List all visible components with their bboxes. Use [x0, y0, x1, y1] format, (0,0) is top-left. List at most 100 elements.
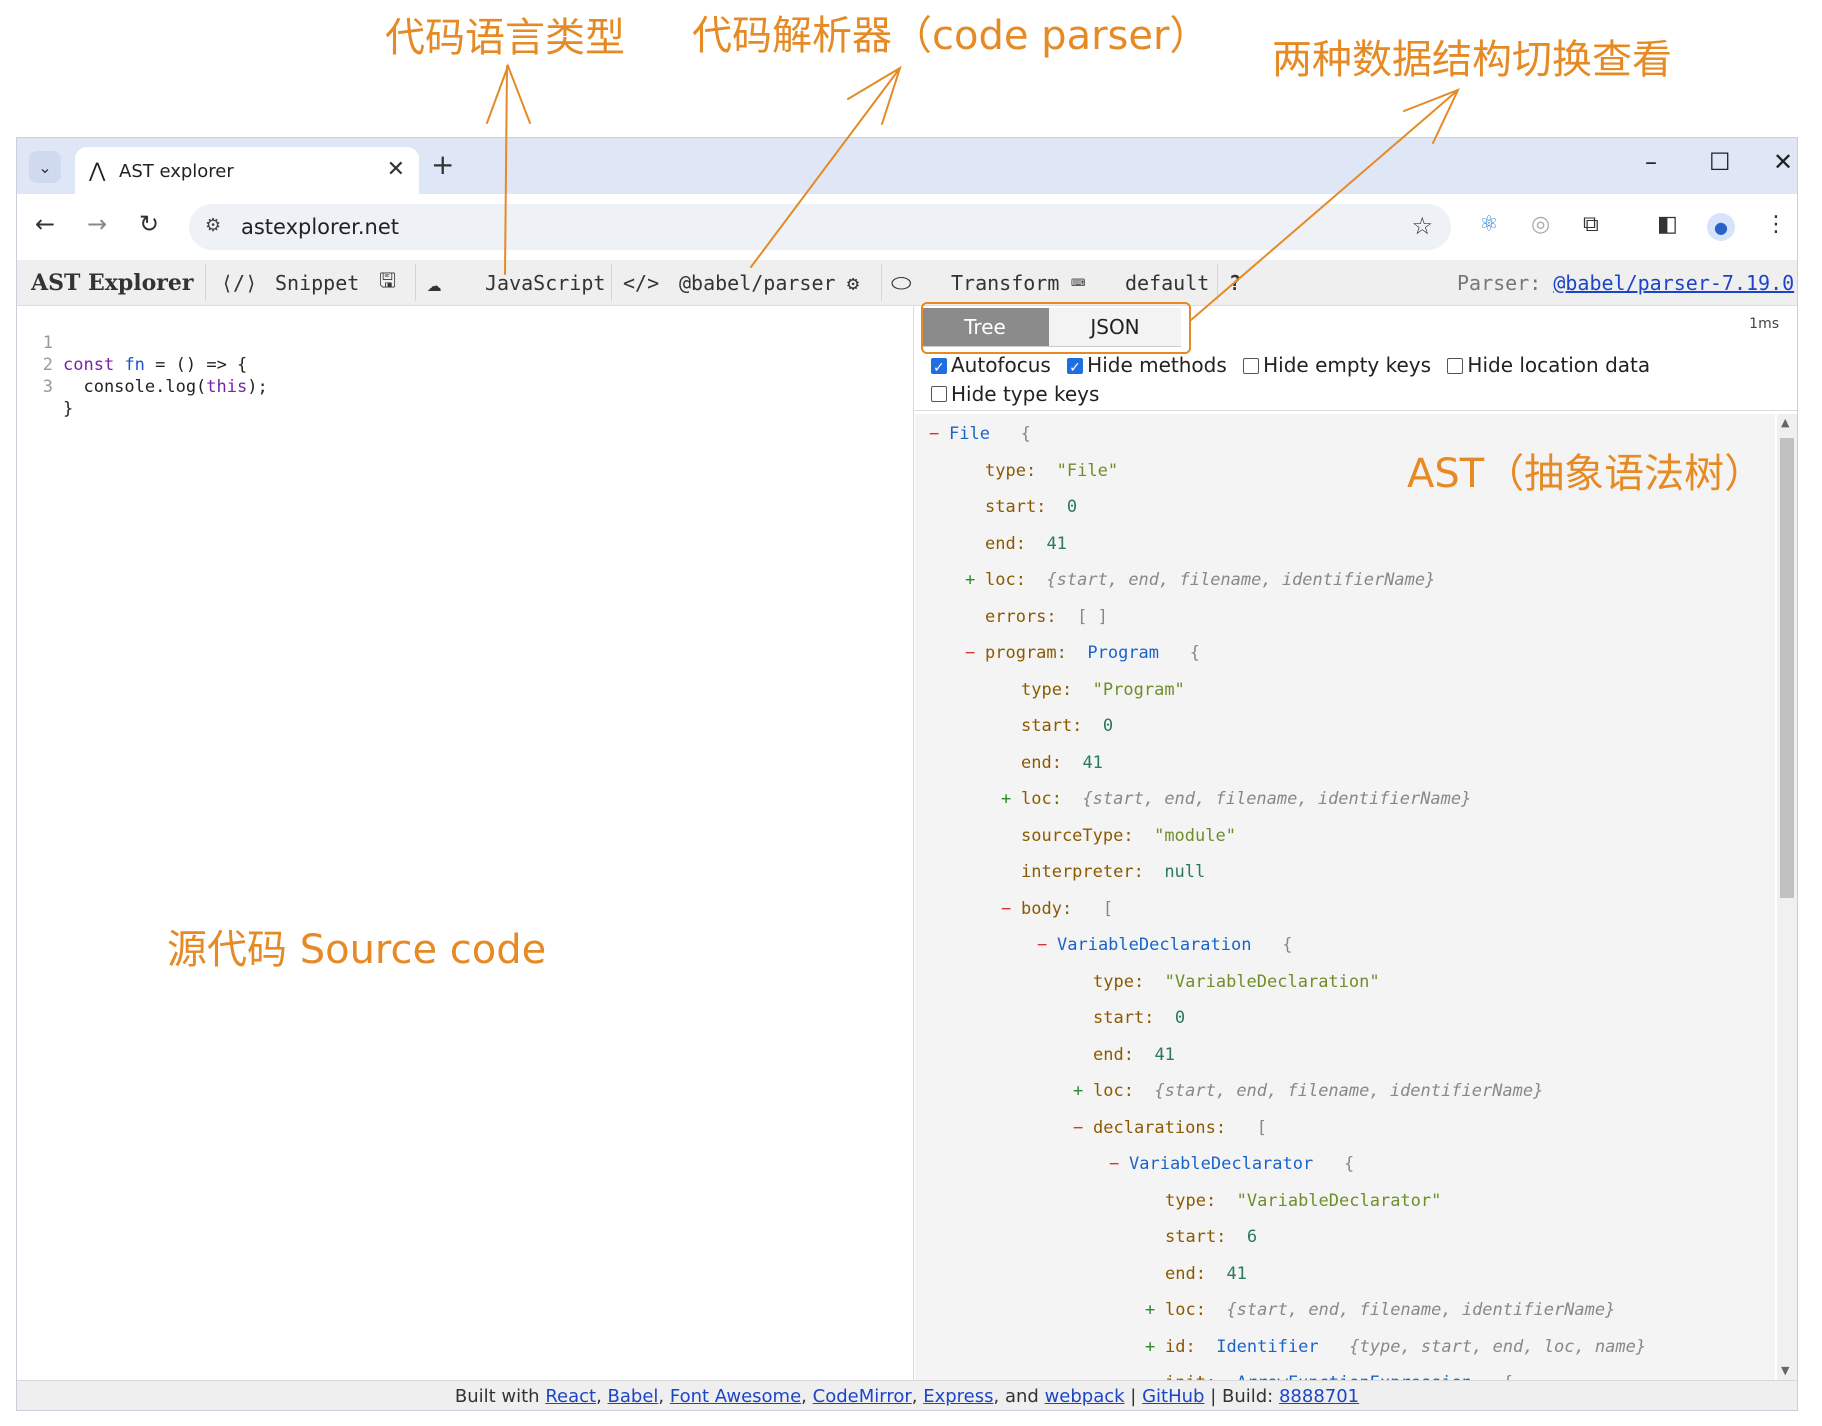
tree-node[interactable]: start: 0 [1073, 1006, 1185, 1030]
react-devtools-icon[interactable]: ⚛ [1479, 212, 1499, 237]
expand-toggle-icon[interactable]: + [965, 568, 985, 592]
maximize-icon[interactable]: ☐ [1709, 148, 1731, 176]
tab-close-icon[interactable]: ✕ [387, 157, 405, 182]
transform-toggle-icon[interactable]: ⬭ [891, 260, 912, 305]
expand-toggle-icon[interactable]: + [1145, 1335, 1165, 1359]
back-arrow-icon[interactable]: ← [35, 210, 55, 238]
extension-circle-icon[interactable]: ◎ [1531, 212, 1550, 237]
collapse-toggle-icon[interactable]: − [1001, 897, 1021, 921]
keymap-select[interactable]: default [1125, 260, 1209, 305]
footer-link-webpack[interactable]: webpack [1045, 1386, 1125, 1407]
footer-link-font-awesome[interactable]: Font Awesome [670, 1386, 801, 1407]
arrow-parser-head [847, 65, 902, 125]
forward-arrow-icon[interactable]: → [87, 210, 107, 238]
snippet-button[interactable]: Snippet [275, 260, 359, 305]
collapse-toggle-icon[interactable]: − [1037, 933, 1057, 957]
tab-ast-explorer[interactable]: ⋀ AST explorer ✕ [75, 147, 419, 194]
checkbox-hide-type-keys[interactable] [931, 386, 947, 402]
parser-select[interactable]: @babel/parser [679, 260, 836, 305]
expand-toggle-icon[interactable]: + [1001, 787, 1021, 811]
collapse-toggle-icon[interactable]: − [1073, 1116, 1093, 1140]
tree-value: 41 [1046, 533, 1067, 554]
transform-button[interactable]: Transform [951, 260, 1059, 305]
scroll-down-icon[interactable]: ▼ [1781, 1364, 1789, 1377]
checkbox-hide-location-data[interactable] [1447, 357, 1464, 374]
tree-node[interactable]: type: "VariableDeclarator" [1145, 1189, 1441, 1213]
parser-settings-gear-icon[interactable]: ⚙ [847, 260, 859, 305]
tree-node[interactable]: type: "Program" [1001, 678, 1185, 702]
tree-node[interactable]: − File { [929, 422, 1031, 446]
help-button[interactable]: ? [1229, 260, 1241, 305]
profile-avatar-icon[interactable]: ● [1707, 213, 1735, 241]
footer-link-build[interactable]: 8888701 [1279, 1386, 1359, 1407]
tree-node[interactable]: type: "VariableDeclaration" [1073, 970, 1380, 994]
tree-node[interactable]: − VariableDeclaration { [1037, 933, 1292, 957]
close-window-icon[interactable]: ✕ [1773, 148, 1793, 176]
save-icon[interactable]: 🖫 [379, 260, 396, 305]
checkbox-hide-empty-keys[interactable] [1243, 357, 1260, 374]
tree-node[interactable]: start: 0 [1001, 714, 1113, 738]
tree-node[interactable]: errors: [ ] [965, 605, 1108, 629]
collapse-toggle-icon[interactable]: − [1109, 1152, 1129, 1176]
tree-node[interactable]: + loc: {start, end, filename, identifierN… [1001, 787, 1471, 811]
bookmark-star-icon[interactable]: ☆ [1411, 212, 1433, 240]
keyboard-icon[interactable]: ⌨ [1071, 260, 1085, 305]
tree-node[interactable]: + loc: {start, end, filename, identifierN… [965, 568, 1435, 592]
menu-kebab-icon[interactable]: ⋮ [1765, 212, 1787, 237]
parser-code-icon[interactable]: </> [623, 260, 659, 305]
scroll-thumb[interactable] [1780, 438, 1794, 898]
checkbox-autofocus[interactable] [931, 355, 947, 382]
side-panel-icon[interactable]: ◧ [1657, 212, 1678, 237]
collapse-toggle-icon[interactable]: − [965, 641, 985, 665]
footer-link-react[interactable]: React [545, 1386, 596, 1407]
footer-link-babel[interactable]: Babel [608, 1386, 659, 1407]
language-select[interactable]: JavaScript [485, 260, 605, 305]
tree-node[interactable]: − body: [ [1001, 897, 1113, 921]
option-hide-empty-keys[interactable]: Hide empty keys [1243, 352, 1431, 379]
minimize-icon[interactable]: – [1645, 148, 1657, 176]
option-autofocus[interactable]: Autofocus [931, 352, 1051, 382]
tree-node[interactable]: end: 41 [965, 532, 1067, 556]
tree-node[interactable]: − VariableDeclarator { [1109, 1152, 1354, 1176]
footer-link-express[interactable]: Express [923, 1386, 993, 1407]
expand-toggle-icon[interactable]: + [1145, 1298, 1165, 1322]
collapse-toggle-icon[interactable]: − [1145, 1371, 1165, 1380]
tree-node[interactable]: sourceType: "module" [1001, 824, 1236, 848]
checkbox-hide-methods[interactable] [1067, 355, 1084, 382]
footer-link-github[interactable]: GitHub [1142, 1386, 1204, 1407]
parser-version-link[interactable]: @babel/parser-7.19.0 [1553, 271, 1794, 295]
tree-node[interactable]: − declarations: [ [1073, 1116, 1267, 1140]
omnibox[interactable]: ⚙ astexplorer.net ☆ [189, 204, 1451, 250]
option-hide-location-data[interactable]: Hide location data [1447, 352, 1650, 379]
ast-tree[interactable]: AST（抽象语法树） − File {type: "File" start: 0 en… [915, 414, 1775, 1380]
tree-node[interactable]: interpreter: null [1001, 860, 1205, 884]
tree-node[interactable]: − program: Program { [965, 641, 1200, 665]
tree-scrollbar[interactable]: ▲ ▼ [1777, 414, 1797, 1380]
snippet-file-icon[interactable]: ⟨/⟩ [221, 260, 257, 305]
tree-node[interactable]: start: 0 [965, 495, 1077, 519]
reload-icon[interactable]: ↻ [139, 210, 159, 238]
tree-node[interactable]: start: 6 [1145, 1225, 1257, 1249]
option-hide-methods[interactable]: Hide methods [1067, 352, 1227, 382]
tree-node[interactable]: end: 41 [1073, 1043, 1175, 1067]
tree-node[interactable]: type: "File" [965, 459, 1118, 483]
expand-toggle-icon[interactable]: + [1073, 1079, 1093, 1103]
tree-node[interactable]: + loc: {start, end, filename, identifierN… [1145, 1298, 1615, 1322]
tree-node[interactable]: end: 41 [1001, 751, 1103, 775]
site-info-icon[interactable]: ⚙ [205, 215, 221, 236]
tree-node[interactable]: + id: Identifier {type, start, end, loc, … [1145, 1335, 1646, 1359]
code-editor[interactable]: 1 const fn = () => { 2 console.log(this)… [17, 306, 914, 1380]
collapse-toggle-icon[interactable]: − [929, 422, 949, 446]
tree-node[interactable]: −init: ArrowFunctionExpression { [1145, 1371, 1513, 1380]
tree-node[interactable]: end: 41 [1145, 1262, 1247, 1286]
option-hide-type-keys[interactable]: Hide type keys [931, 381, 1099, 408]
new-tab-plus-icon[interactable]: + [431, 148, 454, 181]
scroll-up-icon[interactable]: ▲ [1781, 416, 1789, 429]
footer-link-codemirror[interactable]: CodeMirror [813, 1386, 912, 1407]
cloud-icon[interactable]: ☁ [427, 260, 441, 305]
tree-node[interactable]: + loc: {start, end, filename, identifierN… [1073, 1079, 1543, 1103]
url-text[interactable]: astexplorer.net [241, 215, 399, 239]
extensions-puzzle-icon[interactable]: ⧉ [1583, 212, 1599, 237]
tab-search-chevron-icon[interactable]: ⌄ [29, 151, 61, 183]
